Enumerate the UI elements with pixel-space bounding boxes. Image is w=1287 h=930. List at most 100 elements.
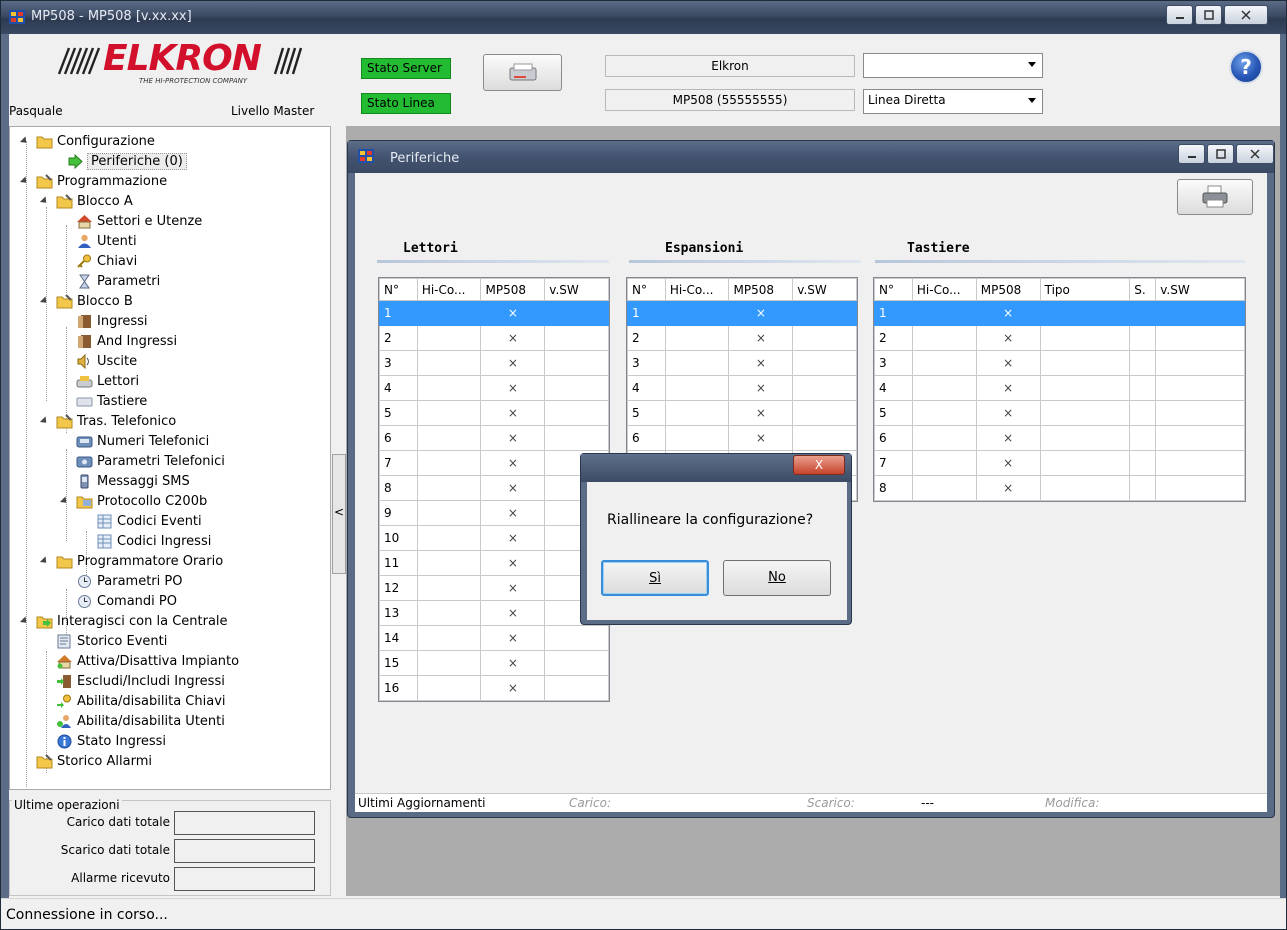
table-row[interactable]: 2 × bbox=[379, 325, 609, 351]
tree-item-utenti[interactable]: Utenti bbox=[76, 231, 137, 251]
tree-item-parametri[interactable]: Parametri bbox=[76, 271, 160, 291]
table-row[interactable]: 2 × bbox=[627, 325, 857, 351]
table-row[interactable]: 6 × bbox=[379, 425, 609, 451]
tree-item-attiva-disattiva[interactable]: Attiva/Disattiva Impianto bbox=[56, 651, 239, 671]
col-n[interactable]: N° bbox=[379, 278, 418, 301]
no-button[interactable]: No bbox=[723, 560, 831, 596]
tree-item-codici-eventi[interactable]: Codici Eventi bbox=[96, 511, 202, 531]
lettori-table[interactable]: N° Hi-Co... MP508 v.SW 1 × 2 × 3 × 4 × 5 × 6 × 7 × 8 × 9… bbox=[378, 277, 610, 702]
col-vsw[interactable]: v.SW bbox=[792, 278, 857, 301]
child-minimize-button[interactable] bbox=[1178, 144, 1205, 164]
tree-item-blocco-b[interactable]: Blocco B bbox=[39, 291, 133, 311]
col-mp508[interactable]: MP508 bbox=[728, 278, 794, 301]
tree-item-parametri-telefonici[interactable]: Parametri Telefonici bbox=[76, 451, 225, 471]
table-row[interactable]: 8× bbox=[379, 475, 609, 501]
help-button[interactable]: ? bbox=[1229, 50, 1263, 84]
tree-item-abilita-utenti[interactable]: Abilita/disabilita Utenti bbox=[56, 711, 225, 731]
tree-item-programmatore-orario[interactable]: Programmatore Orario bbox=[39, 551, 223, 571]
col-tipo[interactable]: Tipo bbox=[1039, 278, 1131, 301]
cell-mp508: × bbox=[975, 400, 1041, 426]
table-row[interactable]: 5 × bbox=[627, 400, 857, 426]
col-vsw[interactable]: v.SW bbox=[1155, 278, 1245, 301]
child-close-button[interactable] bbox=[1236, 144, 1274, 164]
tree-item-storico-allarmi[interactable]: Storico Allarmi bbox=[36, 751, 152, 771]
print-button[interactable] bbox=[1177, 179, 1253, 215]
tree-item-abilita-chiavi[interactable]: Abilita/disabilita Chiavi bbox=[56, 691, 226, 711]
linea-combo[interactable]: Linea Diretta bbox=[863, 89, 1043, 114]
col-n[interactable]: N° bbox=[627, 278, 666, 301]
table-row[interactable]: 3 × bbox=[627, 350, 857, 376]
tree-item-ingressi[interactable]: Ingressi bbox=[76, 311, 148, 331]
tastiere-table[interactable]: N° Hi-Co... MP508 Tipo S. v.SW 1 × 2 × 3 × 4 × 5… bbox=[873, 277, 1246, 502]
table-row[interactable]: 2 × bbox=[874, 325, 1245, 351]
col-s[interactable]: S. bbox=[1129, 278, 1157, 301]
table-row[interactable]: 1 × bbox=[874, 300, 1245, 326]
tree-item-lettori[interactable]: Lettori bbox=[76, 371, 139, 391]
col-hico[interactable]: Hi-Co... bbox=[911, 278, 977, 301]
table-row[interactable]: 4 × bbox=[627, 375, 857, 401]
table-row[interactable]: 10 × bbox=[379, 525, 609, 551]
tree-item-programmazione[interactable]: Programmazione bbox=[19, 171, 167, 191]
table-row[interactable]: 14 × bbox=[379, 625, 609, 651]
col-mp508[interactable]: MP508 bbox=[480, 278, 546, 301]
tree-item-parametri-po[interactable]: Parametri PO bbox=[76, 571, 182, 591]
title-bar[interactable]: MP508 - MP508 [v.xx.xx] bbox=[1, 1, 1286, 34]
minimize-button[interactable] bbox=[1166, 5, 1193, 25]
tree-item-protocollo[interactable]: Protocollo C200b bbox=[59, 491, 207, 511]
table-row[interactable]: 11 × bbox=[379, 550, 609, 576]
table-row[interactable]: 5 × bbox=[379, 400, 609, 426]
tree-item-tras-telefonico[interactable]: Tras. Telefonico bbox=[39, 411, 176, 431]
table-row[interactable]: 8× bbox=[874, 475, 1245, 501]
table-row[interactable]: 12 × bbox=[379, 575, 609, 601]
tree-item-chiavi[interactable]: Chiavi bbox=[76, 251, 137, 271]
tree-item-and-ingressi[interactable]: And Ingressi bbox=[76, 331, 177, 351]
tree-item-tastiere[interactable]: Tastiere bbox=[76, 391, 147, 411]
maximize-button[interactable] bbox=[1195, 5, 1222, 25]
tree-item-numeri-telefonici[interactable]: Numeri Telefonici bbox=[76, 431, 209, 451]
panel-collapse-button[interactable]: < bbox=[332, 454, 346, 574]
col-mp508[interactable]: MP508 bbox=[975, 278, 1041, 301]
tree-item-codici-ingressi[interactable]: Codici Ingressi bbox=[96, 531, 211, 551]
table-row[interactable]: 3 × bbox=[379, 350, 609, 376]
navigation-tree[interactable]: Configurazione Periferiche (0) Programma… bbox=[9, 126, 331, 790]
table-row[interactable]: 1 × bbox=[627, 300, 857, 326]
tree-item-escludi-includi[interactable]: Escludi/Includi Ingressi bbox=[56, 671, 225, 691]
tree-item-periferiche[interactable]: Periferiche (0) bbox=[66, 151, 187, 171]
table-row[interactable]: 3 × bbox=[874, 350, 1245, 376]
tree-item-storico-eventi[interactable]: Storico Eventi bbox=[56, 631, 167, 651]
child-maximize-button[interactable] bbox=[1207, 144, 1234, 164]
table-row[interactable]: 9 × bbox=[379, 500, 609, 526]
tree-item-uscite[interactable]: Uscite bbox=[76, 351, 137, 371]
table-row[interactable]: 13 × bbox=[379, 600, 609, 626]
tree-item-configurazione[interactable]: Configurazione bbox=[19, 131, 155, 151]
tree-item-comandi-po[interactable]: Comandi PO bbox=[76, 591, 177, 611]
table-row[interactable]: 15 × bbox=[379, 650, 609, 676]
col-vsw[interactable]: v.SW bbox=[544, 278, 609, 301]
tree-item-blocco-a[interactable]: Blocco A bbox=[39, 191, 133, 211]
dialog-title-bar[interactable]: X bbox=[581, 454, 851, 482]
table-row[interactable]: 16 × bbox=[379, 675, 609, 701]
device-button[interactable] bbox=[483, 54, 562, 91]
tree-item-messaggi-sms[interactable]: Messaggi SMS bbox=[76, 471, 190, 491]
col-hico[interactable]: Hi-Co... bbox=[416, 278, 482, 301]
top-combo[interactable] bbox=[863, 53, 1043, 78]
col-n[interactable]: N° bbox=[874, 278, 913, 301]
table-row[interactable]: 4 × bbox=[874, 375, 1245, 401]
table-row[interactable]: 1 × bbox=[379, 300, 609, 326]
col-hico[interactable]: Hi-Co... bbox=[664, 278, 730, 301]
yes-button[interactable]: Sì bbox=[601, 560, 709, 596]
table-row[interactable]: 7× bbox=[874, 450, 1245, 476]
table-row[interactable]: 6 × bbox=[627, 425, 857, 451]
table-row[interactable]: 5 × bbox=[874, 400, 1245, 426]
dialog-close-button[interactable]: X bbox=[793, 455, 845, 475]
tree-item-stato-ingressi[interactable]: Stato Ingressi bbox=[56, 731, 166, 751]
close-button[interactable] bbox=[1224, 5, 1268, 25]
table-row[interactable]: 7× bbox=[379, 450, 609, 476]
info-icon bbox=[57, 734, 72, 748]
folder-edit-icon bbox=[36, 753, 53, 768]
tree-item-settori[interactable]: Settori e Utenze bbox=[76, 211, 202, 231]
tree-item-interagisci[interactable]: Interagisci con la Centrale bbox=[19, 611, 228, 631]
periferiche-title-bar[interactable]: Periferiche bbox=[348, 141, 1274, 173]
table-row[interactable]: 6 × bbox=[874, 425, 1245, 451]
table-row[interactable]: 4 × bbox=[379, 375, 609, 401]
